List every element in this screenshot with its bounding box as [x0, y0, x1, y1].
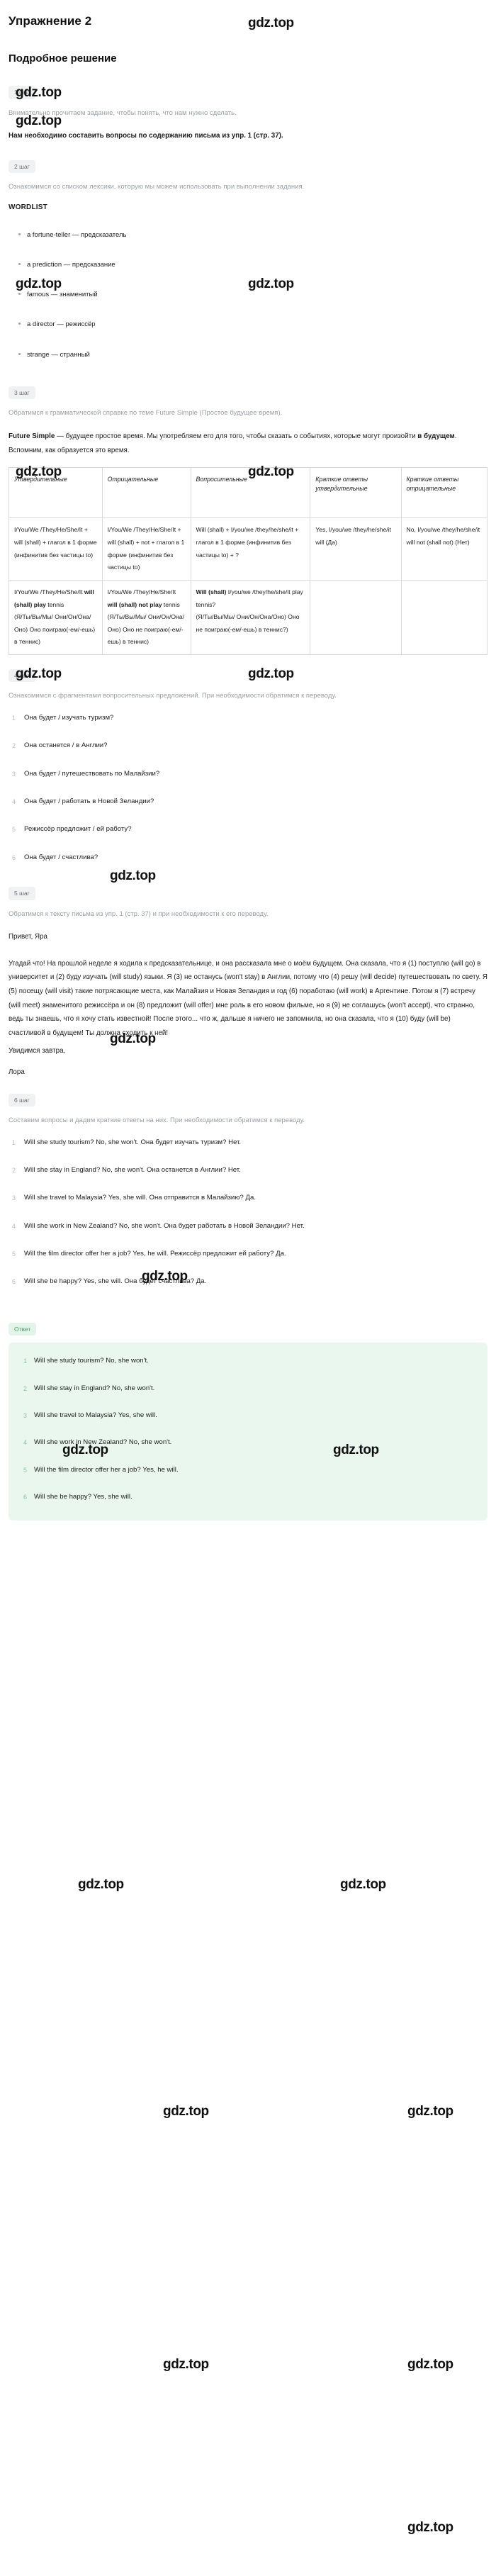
cell-affirmative-formula: I/You/We /They/He/She/It + will (shall) …: [9, 517, 103, 581]
affirmative-object: tennis: [45, 600, 64, 608]
watermark-gdz: gdz.top: [163, 2104, 209, 2119]
list-item: Will she work in New Zealand? No, she wo…: [12, 1221, 305, 1232]
cell-interrogative-formula: Will (shall) + I/you/we /they/he/she/it …: [190, 517, 311, 581]
list-item: Режиссёр предложит / ей работу?: [12, 824, 132, 835]
step-badge-4: 4 шаг: [9, 668, 35, 683]
wordlist-title: WORDLIST: [9, 203, 47, 211]
step5-hint: Обратимся к тексту письма из упр. 1 (стр…: [9, 909, 269, 918]
watermark-gdz: gdz.top: [340, 1877, 386, 1892]
step4-fragments-list: Она будет / изучать туризм? Она останетс…: [9, 712, 487, 863]
step4-hint: Ознакомимся с фрагментами вопросительных…: [9, 692, 337, 700]
future-simple-term: Future Simple: [9, 432, 55, 440]
list-item: strange — странный: [18, 349, 487, 360]
watermark-gdz: gdz.top: [78, 1877, 124, 1892]
step-badge-1: 1 шаг: [9, 86, 35, 99]
step6-hint: Составим вопросы и дадим краткие ответы …: [9, 1116, 305, 1125]
cell-short-no-example: [400, 579, 487, 655]
list-item: Will she travel to Malaysia? Yes, she wi…: [12, 1193, 256, 1204]
answer-badge: Ответ: [9, 1322, 37, 1336]
step-badge-3: 3 шаг: [9, 386, 35, 400]
negative-verb: will (shall) not play: [107, 600, 162, 608]
solution-page: gdz.top gdz.top gdz.top gdz.top gdz.top …: [0, 0, 496, 2576]
list-item: Will the film director offer her a job? …: [12, 1249, 286, 1260]
column-header-negative: Отрицательные: [101, 467, 191, 519]
list-item: Will she study tourism? No, she won't. О…: [12, 1138, 242, 1148]
cell-short-yes-example: [310, 579, 402, 655]
step-badge-2: 2 шаг: [9, 159, 35, 174]
future-simple-rest: — будущее простое время. Мы употребляем …: [55, 432, 418, 440]
step1-task: Нам необходимо составить вопросы по соде…: [9, 132, 283, 140]
list-item: Will she travel to Malaysia? Yes, she wi…: [23, 1411, 157, 1421]
interrogative-aux: Will (shall): [196, 588, 227, 595]
watermark-gdz: gdz.top: [407, 2520, 453, 2535]
step-badge-5: 5 шаг: [9, 887, 35, 900]
wordlist: a fortune-teller — предсказатель a predi…: [9, 230, 487, 360]
column-header-interrogative: Вопросительные: [190, 467, 311, 519]
list-item: Она будет / счастлива?: [12, 853, 98, 863]
list-item: Она будет / работать в Новой Зеландии?: [12, 797, 154, 807]
step6-questions-list: Will she study tourism? No, she won't. О…: [9, 1137, 487, 1287]
step3-hint: Обратимся к грамматической справке по те…: [9, 409, 283, 418]
negative-subjects: I/You/We /They/He/She/It: [107, 588, 176, 595]
answer-box: Will she study tourism? No, she won't. W…: [9, 1343, 487, 1521]
list-item: a fortune-teller — предсказатель: [18, 230, 487, 240]
future-simple-emphasis: в будущем: [417, 432, 455, 440]
letter-greeting: Привет, Яра: [9, 933, 47, 941]
step-badge-6: 6 шаг: [9, 1093, 35, 1107]
list-item: Она будет / путешествовать по Малайзии?: [12, 769, 160, 780]
column-header-short-negative: Краткие ответы отрицательные: [400, 467, 487, 519]
list-item: Will she be happy? Yes, she will. Она бу…: [12, 1277, 207, 1287]
list-item: Она останется / в Англии?: [12, 741, 108, 751]
list-item: a director — режиссёр: [18, 319, 487, 330]
future-simple-table: Утвердительные Отрицательные Вопроситель…: [9, 467, 487, 655]
list-item: Will she work in New Zealand? No, she wo…: [23, 1438, 172, 1448]
list-item: Она будет / изучать туризм?: [12, 713, 114, 724]
table-row: I/You/We /They/He/She/It will (shall) pl…: [9, 579, 487, 655]
column-header-affirmative: Утвердительные: [9, 467, 103, 519]
table-header-row: Утвердительные Отрицательные Вопроситель…: [9, 467, 487, 519]
affirmative-translation: (Я/Ты/Вы/Мы/ Они/Он/Она/Оно) Оно поиграю…: [14, 613, 96, 646]
interrogative-translation: (Я/Ты/Вы/Мы/ Они/Он/Она/Оно) Оно не поиг…: [196, 613, 300, 633]
watermark-gdz: gdz.top: [407, 2357, 453, 2372]
column-header-short-affirmative: Краткие ответы утвердительные: [310, 467, 402, 519]
solution-heading: Подробное решение: [9, 52, 117, 65]
list-item: famous — знаменитый: [18, 289, 487, 300]
cell-short-yes: Yes, I/you/we /they/he/she/it will (Да): [310, 517, 402, 581]
answer-list: Will she study tourism? No, she won't. W…: [20, 1355, 476, 1502]
cell-short-no: No, I/you/we /they/he/she/it will not (s…: [400, 517, 487, 581]
step2-hint: Ознакомимся со списком лексики, которую …: [9, 183, 305, 191]
cell-negative-formula: I/You/We /They/He/She/It + will (shall) …: [101, 517, 191, 581]
affirmative-subjects: I/You/We /They/He/She/It: [14, 588, 84, 595]
list-item: Will she study tourism? No, she won't.: [23, 1356, 149, 1367]
table-row: I/You/We /They/He/She/It + will (shall) …: [9, 517, 487, 581]
list-item: Will she stay in England? No, she won't.: [23, 1384, 155, 1394]
cell-interrogative-example: Will (shall) I/you/we /they/he/she/it pl…: [190, 579, 311, 655]
list-item: Will the film director offer her a job? …: [23, 1465, 179, 1476]
list-item: Will she stay in England? No, she won't.…: [12, 1165, 241, 1176]
letter-body: Угадай что! На прошлой неделе я ходила к…: [9, 959, 488, 1037]
watermark-gdz: gdz.top: [407, 2104, 453, 2119]
step1-hint: Внимательно прочитаем задание, чтобы пон…: [9, 108, 237, 117]
negative-translation: (Я/Ты/Вы/Мы/ Они/Он/Она/Оно) Оно не поиг…: [107, 613, 184, 646]
cell-affirmative-example: I/You/We /They/He/She/It will (shall) pl…: [9, 579, 103, 655]
letter-closing: Увидимся завтра,: [9, 1047, 66, 1055]
letter-signature: Лора: [9, 1068, 25, 1077]
list-item: Will she be happy? Yes, she will.: [23, 1492, 133, 1503]
page-title: Упражнение 2: [9, 14, 92, 28]
list-item: a prediction — предсказание: [18, 259, 487, 270]
cell-negative-example: I/You/We /They/He/She/It will (shall) no…: [101, 579, 191, 655]
future-simple-intro: Future Simple — будущее простое время. М…: [9, 430, 487, 457]
watermark-gdz: gdz.top: [163, 2357, 209, 2372]
negative-object: tennis: [162, 600, 180, 608]
